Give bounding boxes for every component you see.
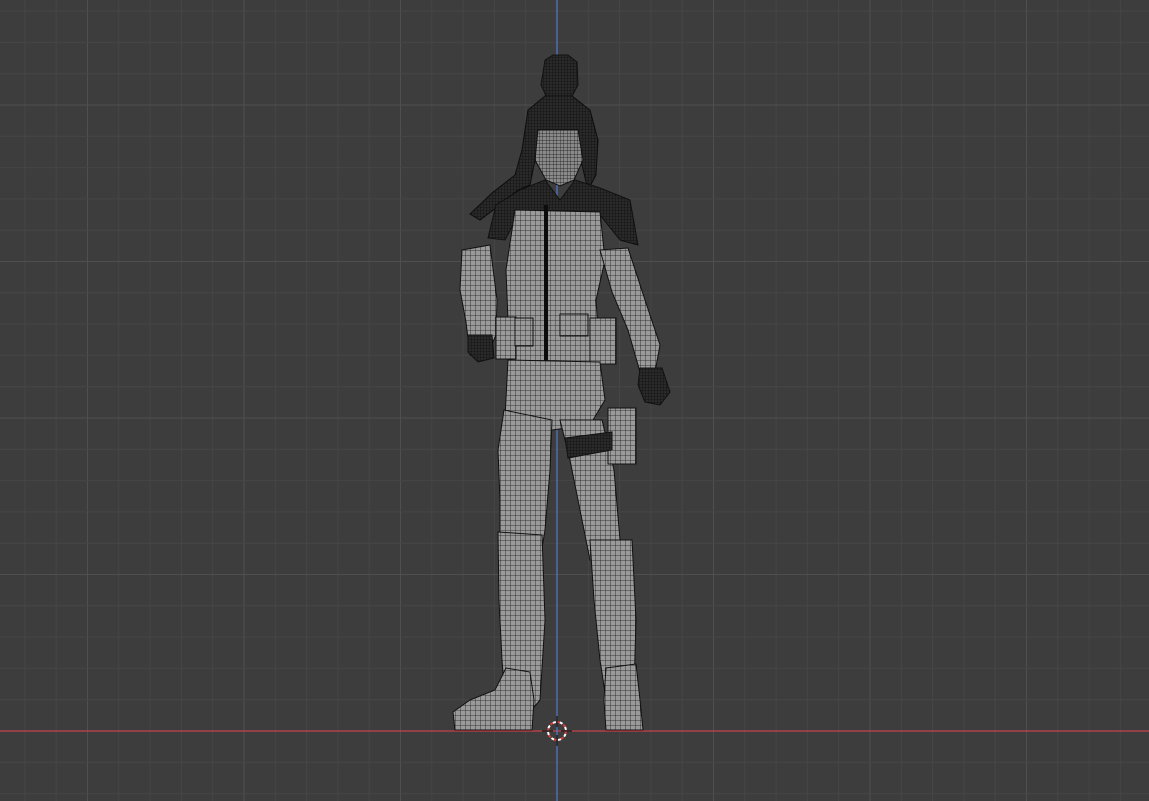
hand-left xyxy=(637,367,671,406)
head xyxy=(534,129,584,187)
shoe-right xyxy=(452,667,535,731)
belt-pouch-2 xyxy=(514,317,534,347)
belt-pouch-1 xyxy=(495,316,517,360)
character-mesh[interactable] xyxy=(452,54,671,731)
belt-pouch-3 xyxy=(559,313,589,337)
belt-pouch-4 xyxy=(589,317,617,365)
hair-bun xyxy=(540,54,579,101)
hand-right xyxy=(467,334,495,363)
3d-viewport[interactable] xyxy=(0,0,1149,801)
viewport-canvas[interactable] xyxy=(0,0,1149,801)
shoe-left xyxy=(603,663,644,731)
